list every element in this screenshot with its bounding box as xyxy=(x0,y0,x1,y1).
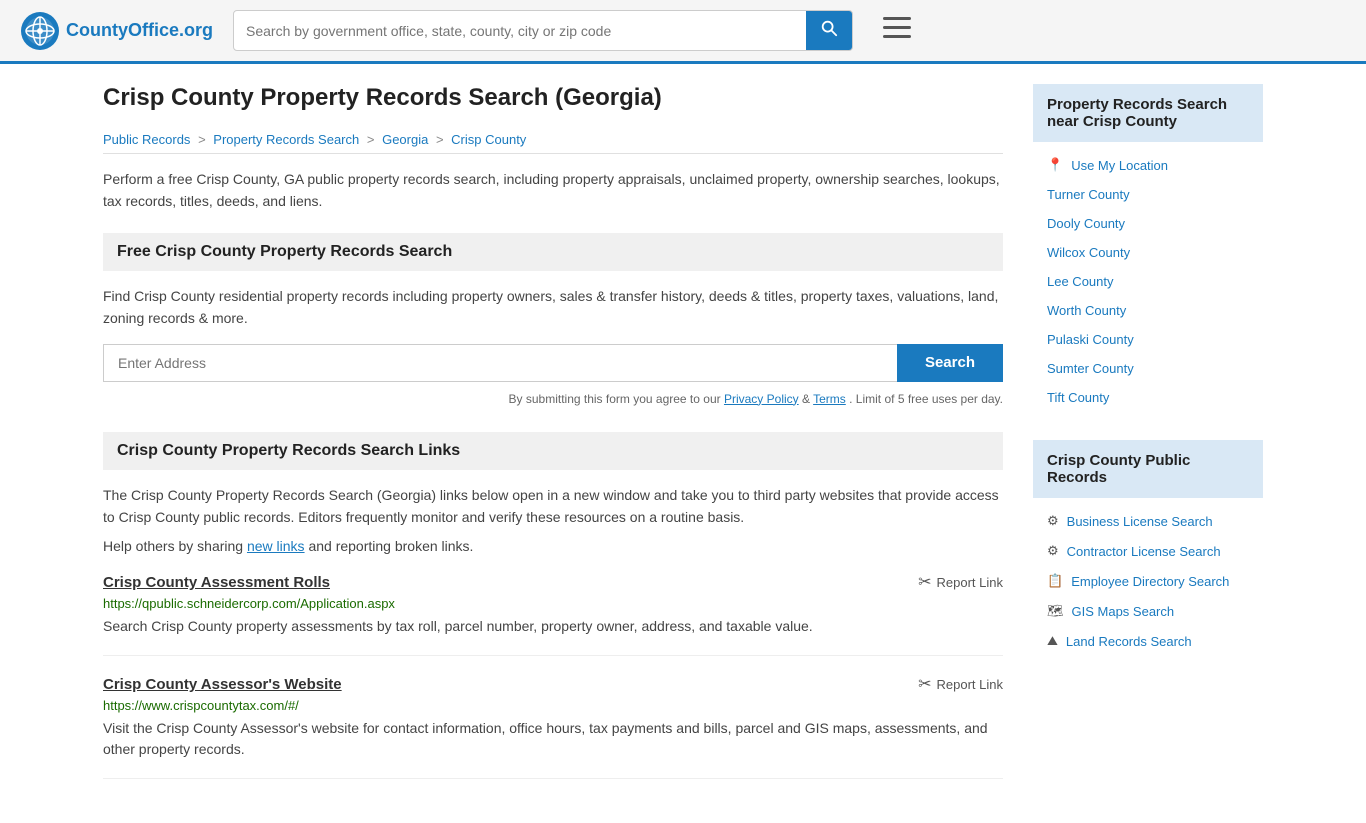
land-records-search-item[interactable]: ⛰ Land Records Search xyxy=(1033,626,1263,656)
link-item-header-2: Crisp County Assessor's Website ✂ Report… xyxy=(103,674,1003,694)
terms-link[interactable]: Terms xyxy=(813,392,846,406)
hamburger-menu-button[interactable] xyxy=(883,17,911,45)
report-link-button-2[interactable]: ✂ Report Link xyxy=(918,674,1003,694)
contractor-license-search-item[interactable]: ⚙ Contractor License Search xyxy=(1033,536,1263,566)
privacy-policy-link[interactable]: Privacy Policy xyxy=(724,392,799,406)
content-area: Crisp County Property Records Search (Ge… xyxy=(103,84,1003,803)
nearby-counties-content: 📍 Use My Location Turner County Dooly Co… xyxy=(1033,142,1263,420)
assessors-website-link[interactable]: Crisp County Assessor's Website xyxy=(103,676,342,693)
sidebar-county-tift[interactable]: Tift County xyxy=(1033,383,1263,412)
intro-text: Perform a free Crisp County, GA public p… xyxy=(103,168,1003,213)
pulaski-county-link[interactable]: Pulaski County xyxy=(1047,332,1134,347)
report-link-label-2: Report Link xyxy=(937,677,1003,692)
business-license-search-link[interactable]: Business License Search xyxy=(1067,514,1213,529)
link-item-header-1: Crisp County Assessment Rolls ✂ Report L… xyxy=(103,572,1003,592)
nearby-header: Property Records Search near Crisp Count… xyxy=(1033,84,1263,142)
logo-main: CountyOffice xyxy=(66,20,179,40)
breadcrumb-georgia[interactable]: Georgia xyxy=(382,132,428,147)
new-links-line: Help others by sharing new links and rep… xyxy=(103,538,1003,554)
address-search-row: Search xyxy=(103,344,1003,382)
breadcrumb: Public Records > Property Records Search… xyxy=(103,126,1003,154)
links-section: Crisp County Property Records Search Lin… xyxy=(103,432,1003,780)
sidebar-county-turner[interactable]: Turner County xyxy=(1033,180,1263,209)
sidebar-county-lee[interactable]: Lee County xyxy=(1033,267,1263,296)
header-search-button[interactable] xyxy=(806,11,852,50)
public-records-header: Crisp County Public Records xyxy=(1033,440,1263,498)
logo-tld: .org xyxy=(179,20,213,40)
sidebar-county-pulaski[interactable]: Pulaski County xyxy=(1033,325,1263,354)
breadcrumb-public-records[interactable]: Public Records xyxy=(103,132,190,147)
breadcrumb-sep-2: > xyxy=(367,132,378,147)
header: CountyOffice.org xyxy=(0,0,1366,64)
search-button[interactable]: Search xyxy=(897,344,1003,382)
gear-icon-contractor: ⚙ xyxy=(1047,543,1059,559)
sumter-county-link[interactable]: Sumter County xyxy=(1047,361,1134,376)
address-input[interactable] xyxy=(103,344,897,382)
link-item-desc-1: Search Crisp County property assessments… xyxy=(103,616,1003,637)
lee-county-link[interactable]: Lee County xyxy=(1047,274,1114,289)
sidebar-county-wilcox[interactable]: Wilcox County xyxy=(1033,238,1263,267)
link-item-assessment-rolls: Crisp County Assessment Rolls ✂ Report L… xyxy=(103,572,1003,656)
public-records-box: Crisp County Public Records ⚙ Business L… xyxy=(1033,440,1263,664)
tift-county-link[interactable]: Tift County xyxy=(1047,390,1109,405)
use-my-location-item[interactable]: 📍 Use My Location xyxy=(1033,150,1263,180)
disclaimer-text: By submitting this form you agree to our xyxy=(509,392,721,406)
free-search-header: Free Crisp County Property Records Searc… xyxy=(103,233,1003,271)
link-item-assessors-website: Crisp County Assessor's Website ✂ Report… xyxy=(103,674,1003,779)
sidebar: Property Records Search near Crisp Count… xyxy=(1033,84,1263,803)
assessment-rolls-link[interactable]: Crisp County Assessment Rolls xyxy=(103,574,330,591)
report-link-label-1: Report Link xyxy=(937,575,1003,590)
search-desc: Find Crisp County residential property r… xyxy=(103,285,1003,330)
scissors-icon-2: ✂ xyxy=(918,674,931,694)
new-links-text: Help others by sharing xyxy=(103,538,243,554)
gear-icon-business: ⚙ xyxy=(1047,513,1059,529)
gis-maps-search-item[interactable]: 🗺 GIS Maps Search xyxy=(1033,596,1263,626)
form-disclaimer: By submitting this form you agree to our… xyxy=(103,390,1003,408)
link-item-title-1: Crisp County Assessment Rolls xyxy=(103,574,330,591)
turner-county-link[interactable]: Turner County xyxy=(1047,187,1130,202)
link-item-url-1: https://qpublic.schneidercorp.com/Applic… xyxy=(103,596,1003,611)
book-icon-employee: 📋 xyxy=(1047,573,1063,589)
disclaimer-amp: & xyxy=(802,392,813,406)
contractor-license-search-link[interactable]: Contractor License Search xyxy=(1067,544,1221,559)
logo-icon xyxy=(20,11,60,51)
business-license-search-item[interactable]: ⚙ Business License Search xyxy=(1033,506,1263,536)
employee-directory-search-item[interactable]: 📋 Employee Directory Search xyxy=(1033,566,1263,596)
new-links-anchor[interactable]: new links xyxy=(247,538,305,554)
sidebar-county-worth[interactable]: Worth County xyxy=(1033,296,1263,325)
logo-area: CountyOffice.org xyxy=(20,11,213,51)
links-section-header: Crisp County Property Records Search Lin… xyxy=(103,432,1003,470)
property-search-section: Free Crisp County Property Records Searc… xyxy=(103,233,1003,408)
sidebar-county-sumter[interactable]: Sumter County xyxy=(1033,354,1263,383)
land-records-search-link[interactable]: Land Records Search xyxy=(1066,634,1192,649)
link-item-desc-2: Visit the Crisp County Assessor's websit… xyxy=(103,718,1003,760)
pin-icon: 📍 xyxy=(1047,157,1063,173)
disclaimer-end: . Limit of 5 free uses per day. xyxy=(849,392,1003,406)
report-link-button-1[interactable]: ✂ Report Link xyxy=(918,572,1003,592)
gis-maps-search-link[interactable]: GIS Maps Search xyxy=(1072,604,1175,619)
wilcox-county-link[interactable]: Wilcox County xyxy=(1047,245,1130,260)
sidebar-county-dooly[interactable]: Dooly County xyxy=(1033,209,1263,238)
nearby-counties-box: Property Records Search near Crisp Count… xyxy=(1033,84,1263,420)
employee-directory-search-link[interactable]: Employee Directory Search xyxy=(1071,574,1229,589)
main-wrapper: Crisp County Property Records Search (Ge… xyxy=(83,64,1283,823)
link-item-title-2: Crisp County Assessor's Website xyxy=(103,676,342,693)
land-icon: ⛰ xyxy=(1047,633,1058,649)
breadcrumb-crisp-county[interactable]: Crisp County xyxy=(451,132,526,147)
logo-text: CountyOffice.org xyxy=(66,20,213,41)
scissors-icon-1: ✂ xyxy=(918,572,931,592)
public-records-content: ⚙ Business License Search ⚙ Contractor L… xyxy=(1033,498,1263,664)
dooly-county-link[interactable]: Dooly County xyxy=(1047,216,1125,231)
breadcrumb-sep-1: > xyxy=(198,132,209,147)
links-desc: The Crisp County Property Records Search… xyxy=(103,484,1003,529)
map-icon-gis: 🗺 xyxy=(1047,603,1064,619)
header-search-input[interactable] xyxy=(234,15,806,47)
breadcrumb-property-records-search[interactable]: Property Records Search xyxy=(213,132,359,147)
header-search-bar xyxy=(233,10,853,51)
use-my-location-link[interactable]: Use My Location xyxy=(1071,158,1168,173)
page-title: Crisp County Property Records Search (Ge… xyxy=(103,84,1003,112)
breadcrumb-sep-3: > xyxy=(436,132,447,147)
link-item-url-2: https://www.crispcountytax.com/#/ xyxy=(103,698,1003,713)
worth-county-link[interactable]: Worth County xyxy=(1047,303,1126,318)
